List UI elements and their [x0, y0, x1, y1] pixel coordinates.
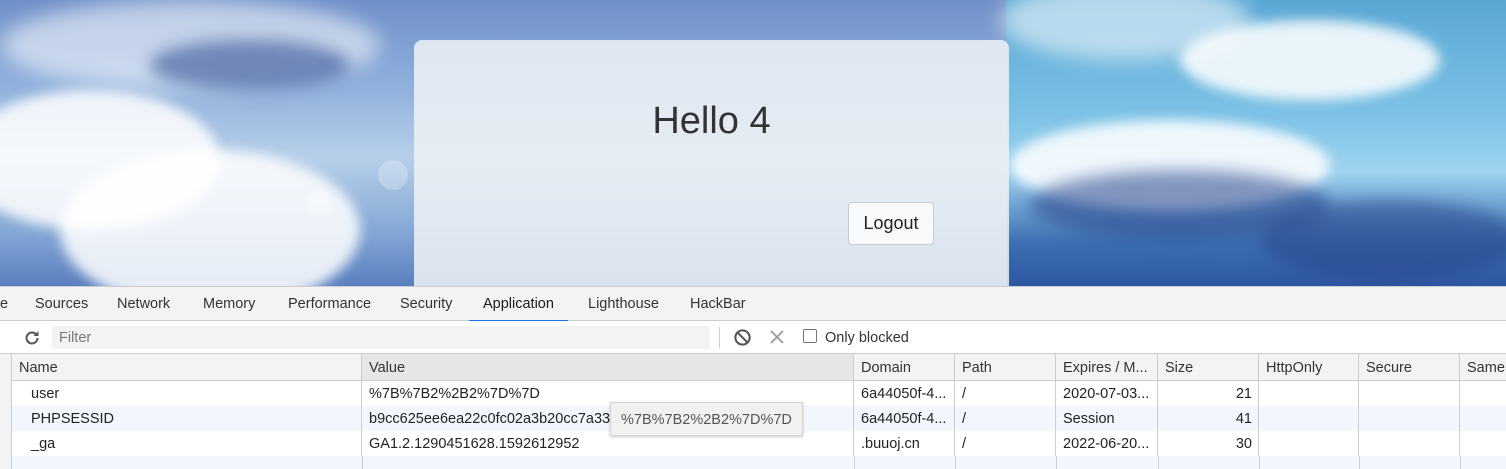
cookie-secure — [1359, 381, 1460, 406]
column-header-name[interactable]: Name — [12, 354, 362, 380]
tab-lighthouse[interactable]: Lighthouse — [588, 287, 659, 321]
cookie-domain: 6a44050f-4... — [854, 381, 955, 406]
column-divider — [1158, 456, 1159, 469]
cookie-secure — [1359, 431, 1460, 456]
sidebar-gutter[interactable] — [0, 354, 12, 469]
column-header-domain[interactable]: Domain — [854, 354, 955, 380]
background-cloud — [1180, 20, 1440, 100]
cookie-name: user — [12, 381, 362, 406]
devtools-tab-bar: e Sources Network Memory Performance Sec… — [0, 287, 1506, 322]
filter-input[interactable] — [52, 326, 710, 349]
cookie-expires: 2020-07-03... — [1056, 381, 1158, 406]
welcome-card: Hello 4 Logout — [414, 40, 1009, 286]
tab-memory[interactable]: Memory — [203, 287, 255, 321]
refresh-icon[interactable] — [22, 328, 42, 348]
bokeh-light — [306, 190, 334, 218]
cookie-path: / — [955, 431, 1056, 456]
value-tooltip: %7B%7B2%2B2%7D%7D — [610, 402, 803, 436]
cookie-httponly — [1259, 431, 1359, 456]
cookie-expires: Session — [1056, 406, 1158, 431]
cookie-size: 30 — [1158, 431, 1259, 456]
cookie-samesite — [1460, 406, 1506, 431]
cookie-name: PHPSESSID — [12, 406, 362, 431]
only-blocked-checkbox[interactable] — [803, 329, 817, 343]
cookie-httponly — [1259, 381, 1359, 406]
column-header-secure[interactable]: Secure — [1359, 354, 1460, 380]
column-divider — [1359, 456, 1360, 469]
tab-performance[interactable]: Performance — [288, 287, 371, 321]
column-header-httponly[interactable]: HttpOnly — [1259, 354, 1359, 380]
column-divider — [1460, 456, 1461, 469]
cookie-domain: 6a44050f-4... — [854, 406, 955, 431]
cookie-name: _ga — [12, 431, 362, 456]
column-divider — [854, 456, 855, 469]
tab-security[interactable]: Security — [400, 287, 452, 321]
close-icon[interactable] — [768, 328, 786, 346]
web-page-viewport: Hello 4 Logout — [0, 0, 1506, 286]
tab-sources[interactable]: Sources — [35, 287, 88, 321]
toolbar-divider — [719, 327, 720, 348]
cookie-secure — [1359, 406, 1460, 431]
column-header-size[interactable]: Size — [1158, 354, 1259, 380]
logout-button[interactable]: Logout — [848, 202, 934, 245]
tab-network[interactable]: Network — [117, 287, 170, 321]
table-row-empty — [12, 456, 1506, 469]
column-header-value[interactable]: Value — [362, 354, 854, 380]
bokeh-light — [378, 160, 408, 190]
tab-hackbar[interactable]: HackBar — [690, 287, 746, 321]
cookie-httponly — [1259, 406, 1359, 431]
column-divider — [1259, 456, 1260, 469]
cookie-path: / — [955, 406, 1056, 431]
tab-application[interactable]: Application — [469, 287, 568, 322]
background-cloud — [150, 40, 350, 90]
column-divider — [955, 456, 956, 469]
cookie-size: 21 — [1158, 381, 1259, 406]
table-header: Name Value Domain Path Expires / M... Si… — [12, 354, 1506, 381]
cookies-toolbar: Only blocked — [0, 321, 1506, 354]
cookie-path: / — [955, 381, 1056, 406]
only-blocked-label: Only blocked — [825, 330, 909, 346]
cookie-samesite — [1460, 381, 1506, 406]
tab-console-truncated[interactable]: e — [0, 287, 8, 321]
column-divider — [1056, 456, 1057, 469]
cookie-expires: 2022-06-20... — [1056, 431, 1158, 456]
devtools-panel: e Sources Network Memory Performance Sec… — [0, 286, 1506, 469]
background-cloud — [1260, 200, 1506, 280]
cookie-size: 41 — [1158, 406, 1259, 431]
greeting-heading: Hello 4 — [652, 100, 771, 142]
column-header-samesite[interactable]: SameS — [1460, 354, 1506, 380]
block-icon[interactable] — [733, 328, 752, 347]
column-header-expires[interactable]: Expires / M... — [1056, 354, 1158, 380]
cookie-samesite — [1460, 431, 1506, 456]
column-header-path[interactable]: Path — [955, 354, 1056, 380]
column-divider — [362, 456, 363, 469]
cookie-domain: .buuoj.cn — [854, 431, 955, 456]
